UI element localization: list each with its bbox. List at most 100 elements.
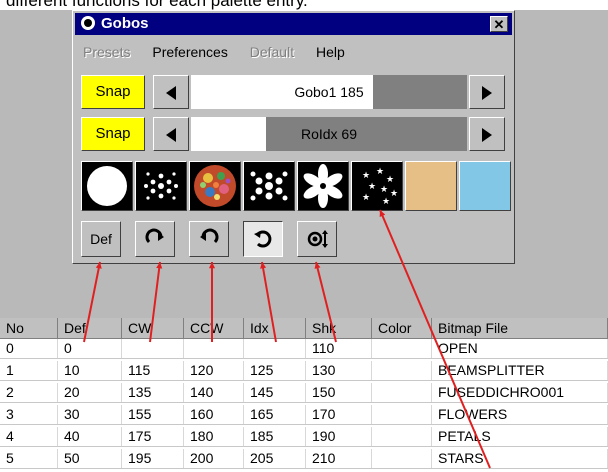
- table-cell: [372, 427, 432, 446]
- rotate-cw-icon: [145, 228, 164, 244]
- table-cell: 145: [244, 383, 306, 402]
- column-header: Shk: [306, 318, 372, 338]
- increment-button[interactable]: [469, 75, 505, 109]
- petals-gobo[interactable]: [297, 161, 349, 211]
- open-gobo[interactable]: [81, 161, 133, 211]
- table-cell: 140: [184, 383, 244, 402]
- table-row: 0 0 110 OPEN: [0, 339, 608, 359]
- menu-preferences[interactable]: Preferences: [152, 44, 227, 60]
- close-button[interactable]: ✕: [490, 16, 508, 32]
- cw-button[interactable]: [135, 221, 175, 257]
- column-header: Idx: [244, 318, 306, 338]
- stars-gobo[interactable]: ★ ★ ★ ★ ★ ★ ★ ★: [351, 161, 403, 211]
- table-row: 2 20 135 140 145 150 FUSEDDICHRO001: [0, 383, 608, 403]
- svg-text:★: ★: [368, 182, 376, 192]
- table-header: No Def CW CCW Idx Shk Color Bitmap File: [0, 318, 608, 339]
- rotation-slider[interactable]: RoIdx 69: [191, 117, 467, 151]
- svg-text:★: ★: [386, 175, 394, 185]
- table-cell: 175: [122, 427, 184, 446]
- gobo-palette: ★ ★ ★ ★ ★ ★ ★ ★: [81, 161, 511, 211]
- left-arrow-icon: [166, 128, 176, 142]
- svg-text:★: ★: [362, 171, 370, 181]
- table-row: 3 30 155 160 165 170 FLOWERS: [0, 405, 608, 425]
- table-cell: 170: [306, 405, 372, 424]
- blue-color-swatch[interactable]: [459, 161, 511, 211]
- table-cell: OPEN: [432, 339, 608, 358]
- menu-bar: Presets Preferences Default Help: [83, 44, 363, 60]
- svg-text:★: ★: [376, 167, 384, 177]
- table-cell: 190: [306, 427, 372, 446]
- shake-button[interactable]: [297, 221, 337, 257]
- table-cell: FUSEDDICHRO001: [432, 383, 608, 402]
- table-cell: [244, 339, 306, 358]
- index-icon: [254, 230, 272, 248]
- table-cell: BEAMSPLITTER: [432, 361, 608, 380]
- caption-strip: different functions for each palette ent…: [0, 0, 608, 10]
- table-cell: [372, 405, 432, 424]
- caption-text: different functions for each palette ent…: [6, 0, 308, 10]
- right-arrow-icon: [482, 128, 492, 142]
- svg-text:★: ★: [380, 185, 388, 195]
- table-cell: 160: [184, 405, 244, 424]
- column-header: Def: [58, 318, 122, 338]
- increment-button[interactable]: [469, 117, 505, 151]
- table-cell: 165: [244, 405, 306, 424]
- column-header: No: [0, 318, 58, 338]
- snap-button[interactable]: Snap: [81, 75, 145, 109]
- idx-button[interactable]: [243, 221, 283, 257]
- beamsplitter-gobo[interactable]: [135, 161, 187, 211]
- shake-icon: [307, 230, 328, 248]
- table-cell: 210: [306, 449, 372, 468]
- snap-button[interactable]: Snap: [81, 117, 145, 151]
- menu-help[interactable]: Help: [316, 44, 345, 60]
- fuseddichro-gobo[interactable]: [189, 161, 241, 211]
- gobo-table: No Def CW CCW Idx Shk Color Bitmap File 0 0 110 OP…: [0, 318, 608, 472]
- table-cell: [184, 339, 244, 358]
- title-bar: Gobos ✕: [75, 13, 512, 35]
- slider-label: RoIdx 69: [300, 126, 358, 142]
- table-cell: 205: [244, 449, 306, 468]
- gobo-slider[interactable]: Gobo1 185: [191, 75, 467, 109]
- rotate-ccw-icon: [200, 228, 219, 244]
- table-cell: 4: [0, 427, 58, 446]
- table-row: 4 40 175 180 185 190 PETALS: [0, 427, 608, 447]
- table-cell: 0: [58, 339, 122, 358]
- menu-presets[interactable]: Presets: [83, 44, 130, 60]
- svg-text:★: ★: [382, 197, 390, 207]
- tan-color-swatch[interactable]: [405, 161, 457, 211]
- decrement-button[interactable]: [153, 117, 189, 151]
- window-title: Gobos: [101, 15, 149, 32]
- table-cell: STARS: [432, 449, 608, 468]
- gobos-window: Gobos ✕ Presets Preferences Default Help…: [72, 10, 515, 264]
- menu-default[interactable]: Default: [250, 44, 294, 60]
- gobo-row: Snap Gobo1 185: [81, 75, 505, 109]
- decrement-button[interactable]: [153, 75, 189, 109]
- table-cell: 195: [122, 449, 184, 468]
- table-cell: 135: [122, 383, 184, 402]
- table-cell: 115: [122, 361, 184, 380]
- def-button[interactable]: Def: [81, 221, 121, 257]
- left-arrow-icon: [166, 86, 176, 100]
- ccw-button[interactable]: [189, 221, 229, 257]
- table-cell: 3: [0, 405, 58, 424]
- right-arrow-icon: [482, 86, 492, 100]
- table-cell: 20: [58, 383, 122, 402]
- table-cell: [372, 383, 432, 402]
- table-cell: [372, 449, 432, 468]
- table-cell: 185: [244, 427, 306, 446]
- table-cell: 10: [58, 361, 122, 380]
- table-cell: FLOWERS: [432, 405, 608, 424]
- column-header: Color: [372, 318, 432, 338]
- table-cell: 155: [122, 405, 184, 424]
- table-cell: 125: [244, 361, 306, 380]
- function-toolbar: Def: [81, 221, 381, 257]
- table-cell: 180: [184, 427, 244, 446]
- table-cell: 1: [0, 361, 58, 380]
- table-row: 1 10 115 120 125 130 BEAMSPLITTER: [0, 361, 608, 381]
- column-header: CCW: [184, 318, 244, 338]
- table-cell: [372, 339, 432, 358]
- table-cell: 40: [58, 427, 122, 446]
- flowers-gobo[interactable]: [243, 161, 295, 211]
- svg-text:★: ★: [362, 193, 370, 203]
- table-cell: 5: [0, 449, 58, 468]
